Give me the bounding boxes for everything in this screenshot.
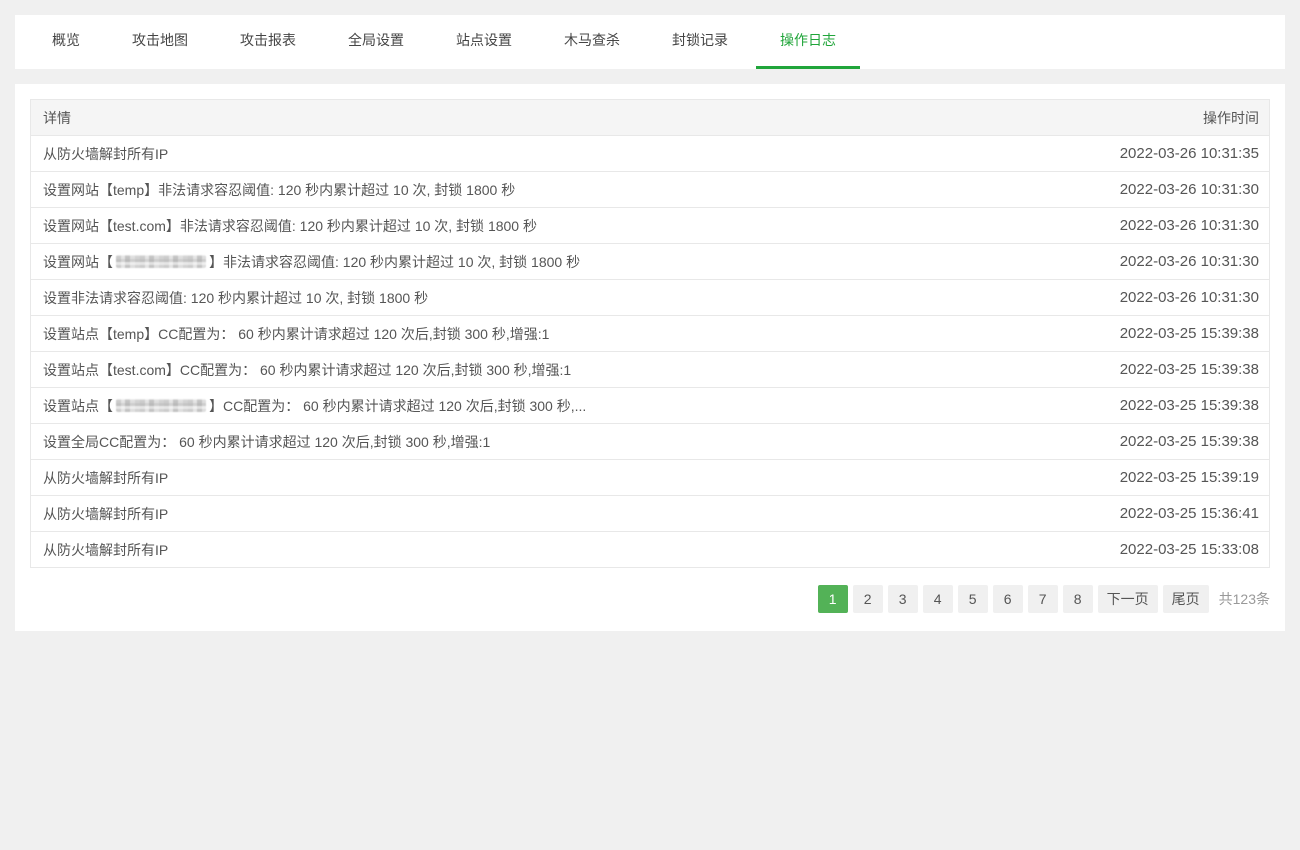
tab-operation-logs[interactable]: 操作日志 xyxy=(756,15,860,69)
log-row: 从防火墙解封所有IP2022-03-25 15:39:19 xyxy=(31,460,1270,496)
log-detail-cell: 设置站点【】CC配置为： 60 秒内累计请求超过 120 次后,封锁 300 秒… xyxy=(31,388,1090,424)
page-button-7[interactable]: 7 xyxy=(1028,585,1058,613)
next-page-button[interactable]: 下一页 xyxy=(1098,585,1158,613)
pagination: 12345678 下一页 尾页 共123条 xyxy=(30,585,1270,613)
log-time-cell: 2022-03-25 15:39:19 xyxy=(1090,460,1270,496)
redacted-text xyxy=(116,399,206,412)
log-detail-cell: 设置站点【temp】CC配置为： 60 秒内累计请求超过 120 次后,封锁 3… xyxy=(31,316,1090,352)
tab-site-settings[interactable]: 站点设置 xyxy=(432,15,536,69)
log-time-cell: 2022-03-25 15:33:08 xyxy=(1090,532,1270,568)
tab-attack-report[interactable]: 攻击报表 xyxy=(216,15,320,69)
tab-block-records[interactable]: 封锁记录 xyxy=(648,15,752,69)
log-row: 设置网站【】非法请求容忍阈值: 120 秒内累计超过 10 次, 封锁 1800… xyxy=(31,244,1270,280)
log-time-cell: 2022-03-26 10:31:30 xyxy=(1090,172,1270,208)
log-row: 设置网站【test.com】非法请求容忍阈值: 120 秒内累计超过 10 次,… xyxy=(31,208,1270,244)
log-time-cell: 2022-03-26 10:31:30 xyxy=(1090,208,1270,244)
log-detail-cell: 从防火墙解封所有IP xyxy=(31,460,1090,496)
tab-global-settings[interactable]: 全局设置 xyxy=(324,15,428,69)
log-row: 从防火墙解封所有IP2022-03-26 10:31:35 xyxy=(31,136,1270,172)
log-time-cell: 2022-03-25 15:39:38 xyxy=(1090,352,1270,388)
log-time-cell: 2022-03-25 15:39:38 xyxy=(1090,388,1270,424)
tab-attack-map[interactable]: 攻击地图 xyxy=(108,15,212,69)
log-time-cell: 2022-03-25 15:39:38 xyxy=(1090,424,1270,460)
page-button-2[interactable]: 2 xyxy=(853,585,883,613)
tab-trojan-scan[interactable]: 木马查杀 xyxy=(540,15,644,69)
column-header-time: 操作时间 xyxy=(1090,100,1270,136)
log-detail-cell: 设置非法请求容忍阈值: 120 秒内累计超过 10 次, 封锁 1800 秒 xyxy=(31,280,1090,316)
log-detail-cell: 设置站点【test.com】CC配置为： 60 秒内累计请求超过 120 次后,… xyxy=(31,352,1090,388)
log-time-cell: 2022-03-25 15:39:38 xyxy=(1090,316,1270,352)
page-button-3[interactable]: 3 xyxy=(888,585,918,613)
redacted-text xyxy=(116,255,206,268)
operation-log-panel: 详情 操作时间 从防火墙解封所有IP2022-03-26 10:31:35设置网… xyxy=(15,84,1285,631)
top-navigation: 概览攻击地图攻击报表全局设置站点设置木马查杀封锁记录操作日志 xyxy=(15,15,1285,69)
table-header-row: 详情 操作时间 xyxy=(31,100,1270,136)
log-row: 设置站点【】CC配置为： 60 秒内累计请求超过 120 次后,封锁 300 秒… xyxy=(31,388,1270,424)
total-count-label: 共123条 xyxy=(1219,589,1270,609)
tab-overview[interactable]: 概览 xyxy=(28,15,104,69)
page-button-8[interactable]: 8 xyxy=(1063,585,1093,613)
log-row: 设置站点【test.com】CC配置为： 60 秒内累计请求超过 120 次后,… xyxy=(31,352,1270,388)
log-detail-cell: 设置网站【】非法请求容忍阈值: 120 秒内累计超过 10 次, 封锁 1800… xyxy=(31,244,1090,280)
page-button-5[interactable]: 5 xyxy=(958,585,988,613)
log-detail-cell: 设置网站【test.com】非法请求容忍阈值: 120 秒内累计超过 10 次,… xyxy=(31,208,1090,244)
log-time-cell: 2022-03-26 10:31:30 xyxy=(1090,280,1270,316)
log-detail-cell: 从防火墙解封所有IP xyxy=(31,136,1090,172)
column-header-detail: 详情 xyxy=(31,100,1090,136)
log-time-cell: 2022-03-26 10:31:35 xyxy=(1090,136,1270,172)
log-row: 设置站点【temp】CC配置为： 60 秒内累计请求超过 120 次后,封锁 3… xyxy=(31,316,1270,352)
log-row: 设置全局CC配置为： 60 秒内累计请求超过 120 次后,封锁 300 秒,增… xyxy=(31,424,1270,460)
log-row: 设置网站【temp】非法请求容忍阈值: 120 秒内累计超过 10 次, 封锁 … xyxy=(31,172,1270,208)
log-detail-cell: 设置全局CC配置为： 60 秒内累计请求超过 120 次后,封锁 300 秒,增… xyxy=(31,424,1090,460)
log-row: 从防火墙解封所有IP2022-03-25 15:33:08 xyxy=(31,532,1270,568)
log-detail-cell: 从防火墙解封所有IP xyxy=(31,532,1090,568)
log-detail-cell: 从防火墙解封所有IP xyxy=(31,496,1090,532)
tab-list: 概览攻击地图攻击报表全局设置站点设置木马查杀封锁记录操作日志 xyxy=(26,15,1285,69)
page-button-1[interactable]: 1 xyxy=(818,585,848,613)
log-time-cell: 2022-03-25 15:36:41 xyxy=(1090,496,1270,532)
last-page-button[interactable]: 尾页 xyxy=(1163,585,1209,613)
log-detail-cell: 设置网站【temp】非法请求容忍阈值: 120 秒内累计超过 10 次, 封锁 … xyxy=(31,172,1090,208)
operation-log-table: 详情 操作时间 从防火墙解封所有IP2022-03-26 10:31:35设置网… xyxy=(30,99,1270,568)
log-time-cell: 2022-03-26 10:31:30 xyxy=(1090,244,1270,280)
log-row: 设置非法请求容忍阈值: 120 秒内累计超过 10 次, 封锁 1800 秒20… xyxy=(31,280,1270,316)
page-button-4[interactable]: 4 xyxy=(923,585,953,613)
page-button-6[interactable]: 6 xyxy=(993,585,1023,613)
log-row: 从防火墙解封所有IP2022-03-25 15:36:41 xyxy=(31,496,1270,532)
